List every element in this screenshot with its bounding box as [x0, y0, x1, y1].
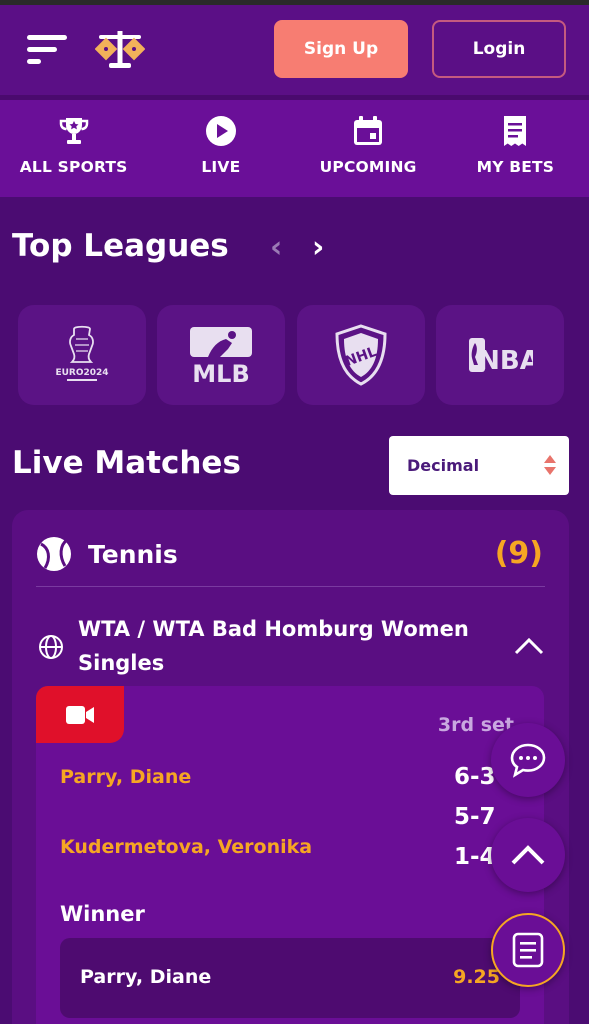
sign-up-button[interactable]: Sign Up: [274, 20, 408, 78]
nav-label: LIVE: [201, 158, 241, 176]
svg-text:EURO2024: EURO2024: [55, 368, 108, 378]
chat-button[interactable]: [491, 723, 565, 797]
set-score: 6-3: [454, 764, 496, 790]
nav-all-sports[interactable]: ALL SPORTS: [0, 100, 147, 197]
chevron-up-icon: [511, 845, 545, 865]
trophy-icon: [59, 118, 88, 144]
chat-bubble-icon: [510, 743, 546, 778]
main-content: Top Leagues ‹ › EURO2024 MLB NHL NBA Liv…: [0, 197, 589, 1024]
header: Sign Up Login: [0, 5, 589, 95]
live-stream-badge[interactable]: [36, 686, 124, 743]
hamburger-menu-icon[interactable]: [27, 31, 69, 67]
login-button[interactable]: Login: [432, 20, 566, 78]
divider: [36, 586, 545, 587]
tennis-ball-icon: [37, 537, 71, 571]
play-icon: [205, 116, 236, 146]
nav-upcoming[interactable]: UPCOMING: [295, 100, 442, 197]
calendar-icon: [354, 116, 383, 145]
sort-caret-icon: [544, 455, 556, 475]
set-score: 5-7: [454, 804, 496, 830]
bet-selection-name: Parry, Diane: [80, 966, 212, 988]
betslip-button[interactable]: [491, 913, 565, 987]
set-score: 1-4: [454, 844, 496, 870]
live-matches-title: Live Matches: [12, 445, 241, 481]
nav-label: UPCOMING: [319, 158, 417, 176]
nav-label: ALL SPORTS: [19, 158, 128, 176]
sports-nav: ALL SPORTS LIVE UPCOMING MY BETS: [0, 100, 589, 197]
market-label: Winner: [60, 902, 145, 926]
chevron-left-icon[interactable]: ‹: [270, 230, 282, 265]
sport-name: Tennis: [88, 540, 178, 569]
chevron-up-icon[interactable]: [513, 636, 545, 656]
odds-format-select[interactable]: Decimal: [389, 436, 569, 495]
bet-option[interactable]: Parry, Diane 9.25: [60, 938, 520, 1018]
svg-text:NBA: NBA: [478, 346, 533, 375]
league-card-nhl[interactable]: NHL: [297, 305, 425, 405]
mlb-logo-icon: MLB: [190, 327, 252, 385]
odds-format-value: Decimal: [407, 456, 480, 475]
receipt-icon: [504, 116, 527, 146]
betslip-icon: [512, 932, 544, 968]
nav-label: MY BETS: [476, 158, 555, 176]
league-title[interactable]: WTA / WTA Bad Homburg Women Singles: [78, 612, 498, 680]
top-leagues-title: Top Leagues: [12, 228, 229, 264]
league-card-mlb[interactable]: MLB: [157, 305, 285, 405]
nav-live[interactable]: LIVE: [147, 100, 294, 197]
match-card[interactable]: 3rd set Parry, Diane Kudermetova, Veroni…: [36, 686, 544, 1024]
nav-my-bets[interactable]: MY BETS: [442, 100, 589, 197]
league-card-nba[interactable]: NBA: [436, 305, 564, 405]
globe-icon: [39, 635, 63, 659]
nhl-logo-icon: NHL: [335, 324, 387, 386]
sport-count-badge: (9): [494, 536, 543, 571]
scales-logo-icon[interactable]: [94, 27, 146, 71]
player-name: Kudermetova, Veronika: [60, 836, 313, 858]
video-camera-icon: [66, 705, 94, 724]
league-card-euro2024[interactable]: EURO2024: [18, 305, 146, 405]
bet-odds: 9.25: [453, 966, 500, 988]
svg-text:MLB: MLB: [192, 360, 249, 385]
euro2024-logo-icon: EURO2024: [55, 325, 109, 381]
nba-logo-icon: NBA: [469, 338, 533, 375]
scroll-to-top-button[interactable]: [491, 818, 565, 892]
player-name: Parry, Diane: [60, 766, 192, 788]
chevron-right-icon[interactable]: ›: [312, 230, 324, 265]
